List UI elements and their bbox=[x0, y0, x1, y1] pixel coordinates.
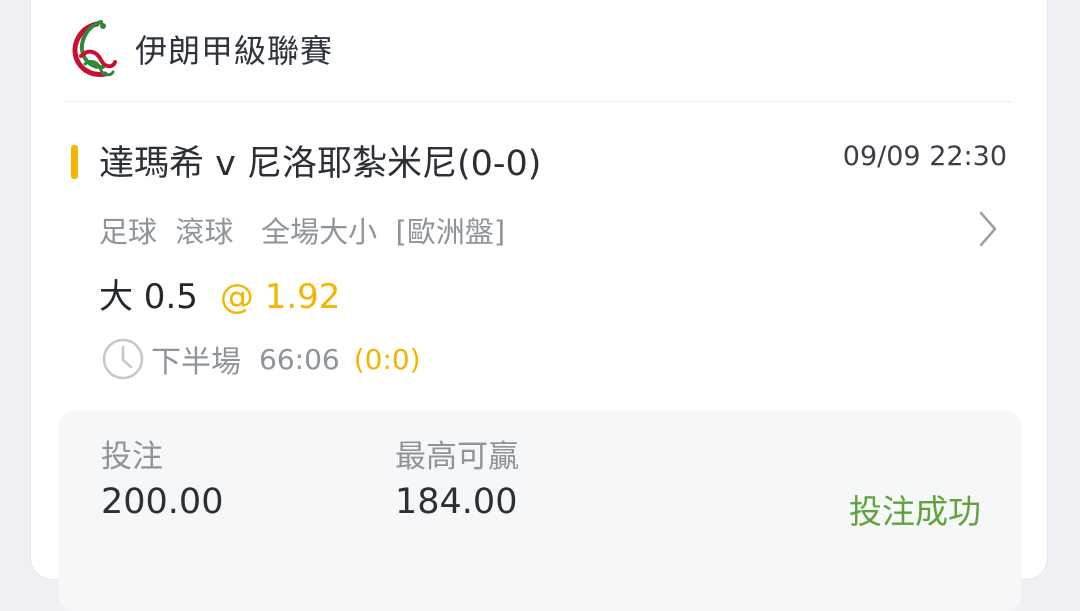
max-win-value: 184.00 bbox=[395, 482, 518, 522]
clock-icon bbox=[102, 338, 144, 380]
divider bbox=[65, 101, 1013, 102]
selection-odds: @ 1.92 bbox=[219, 277, 341, 317]
stake-label: 投注 bbox=[101, 439, 163, 475]
live-score: (0:0) bbox=[353, 342, 421, 376]
league-logo-icon bbox=[72, 20, 117, 77]
stake-value: 200.00 bbox=[101, 482, 224, 522]
match-datetime: 09/09 22:30 bbox=[842, 141, 1007, 172]
bet-record-card[interactable]: 伊朗甲級聯賽 達瑪希 v 尼洛耶紮米尼(0-0) 09/09 22:30 足球 … bbox=[30, 0, 1048, 611]
bet-type: 足球 滾球 全場大小 [歐洲盤] bbox=[99, 215, 506, 249]
match-accent-bar bbox=[71, 145, 78, 179]
max-win-block: 最高可贏 184.00 bbox=[395, 431, 519, 522]
max-win-label: 最高可贏 bbox=[395, 439, 519, 475]
selection-pick: 大 0.5 bbox=[99, 277, 198, 317]
chevron-right-icon[interactable] bbox=[977, 209, 999, 249]
match-period: 下半場 bbox=[151, 345, 241, 380]
match-title: 達瑪希 v 尼洛耶紮米尼(0-0) bbox=[99, 144, 542, 184]
selection-row: 大 0.5 @ 1.92 bbox=[99, 269, 340, 318]
league-header: 伊朗甲級聯賽 bbox=[67, 17, 333, 81]
match-clock: 66:06 bbox=[259, 342, 340, 376]
bet-summary: 投注 200.00 最高可贏 184.00 投注成功 bbox=[59, 411, 1021, 611]
stake-block: 投注 200.00 bbox=[101, 431, 223, 522]
live-status-row: 下半場 66:06 (0:0) bbox=[101, 337, 421, 381]
bet-status: 投注成功 bbox=[849, 492, 981, 531]
league-name: 伊朗甲級聯賽 bbox=[135, 32, 334, 70]
